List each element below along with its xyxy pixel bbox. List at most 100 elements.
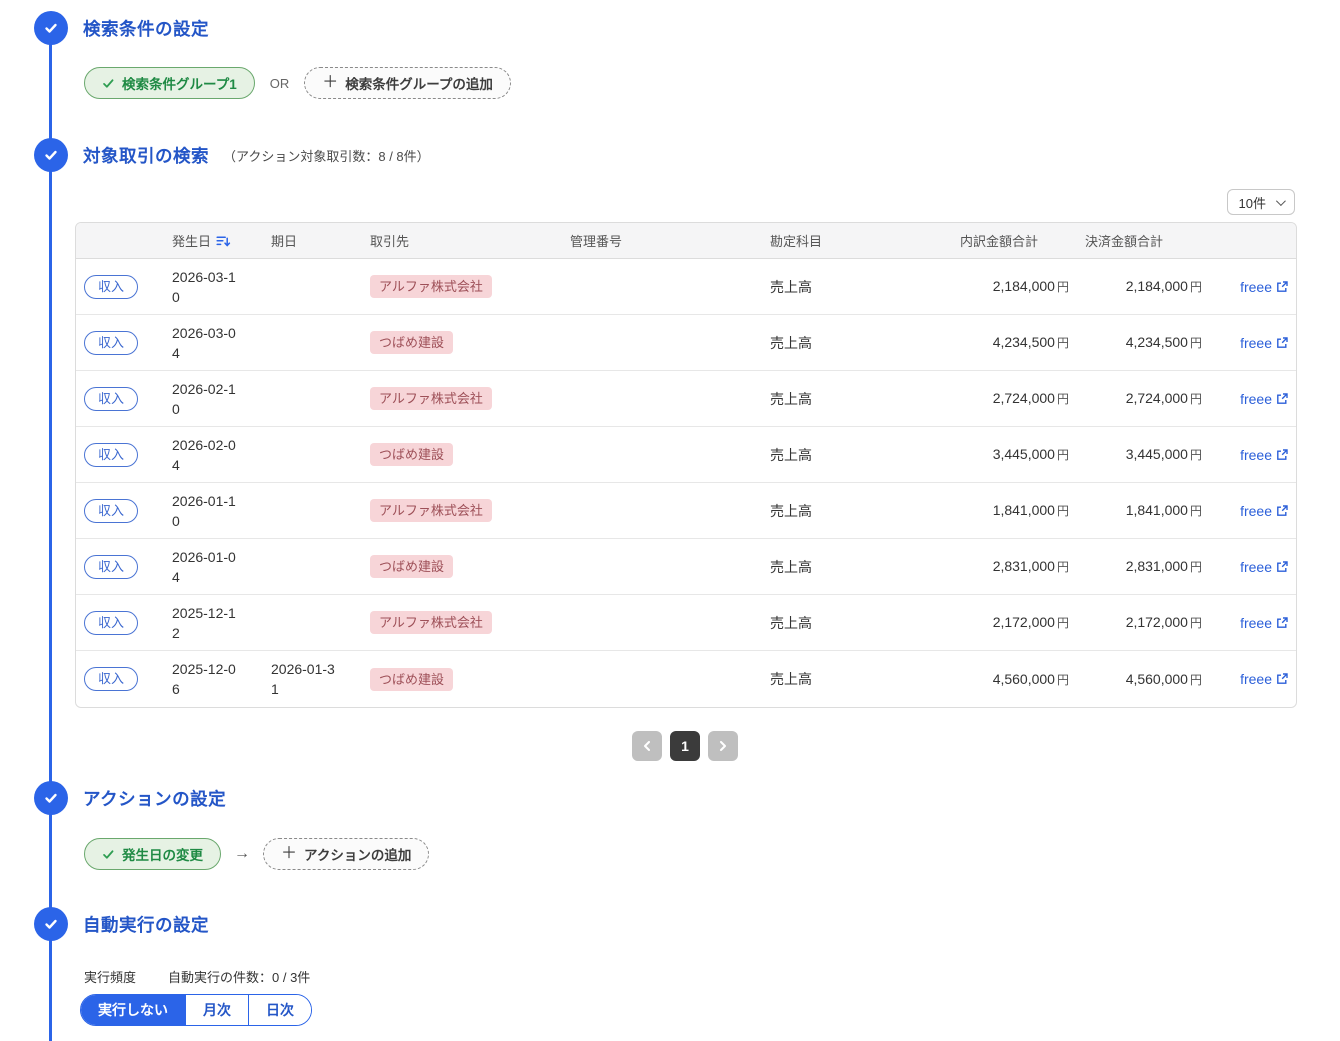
income-badge: 収入	[84, 555, 138, 579]
frequency-segmented-control: 実行しない 月次 日次	[80, 994, 312, 1026]
col-breakdown-total: 内訳金額合計	[952, 223, 1077, 259]
management-number	[562, 371, 762, 427]
income-badge: 収入	[84, 387, 138, 411]
account-item: 売上高	[762, 539, 952, 595]
step-check-circle	[34, 11, 68, 45]
account-item: 売上高	[762, 371, 952, 427]
partner-tag: つばめ建設	[370, 443, 453, 466]
check-icon	[43, 916, 59, 932]
breakdown-total: 2,831,000円	[952, 539, 1077, 595]
partner-tag: つばめ建設	[370, 331, 453, 354]
freee-link[interactable]: freee	[1240, 503, 1288, 519]
step-check-circle	[34, 907, 68, 941]
freee-link[interactable]: freee	[1240, 671, 1288, 687]
step-check-circle	[34, 781, 68, 815]
col-issue-date: 発生日	[164, 223, 263, 259]
freee-link[interactable]: freee	[1240, 335, 1288, 351]
breakdown-total: 2,724,000円	[952, 371, 1077, 427]
step-check-circle	[34, 138, 68, 172]
freee-link[interactable]: freee	[1240, 447, 1288, 463]
pagination-next-button[interactable]	[708, 731, 738, 761]
partner-tag: つばめ建設	[370, 555, 453, 578]
col-settlement-total: 決済金額合計	[1077, 223, 1210, 259]
management-number	[562, 259, 762, 315]
freee-link[interactable]: freee	[1240, 559, 1288, 575]
breakdown-total: 4,560,000円	[952, 651, 1077, 707]
step-title: 検索条件の設定	[83, 16, 209, 41]
col-partner: 取引先	[362, 223, 562, 259]
settlement-total: 3,445,000円	[1077, 427, 1210, 483]
breakdown-total: 4,234,500円	[952, 315, 1077, 371]
external-link-icon	[1276, 281, 1288, 293]
col-account-item: 勘定科目	[762, 223, 952, 259]
search-condition-group-button[interactable]: 検索条件グループ1	[84, 67, 255, 99]
frequency-option-monthly[interactable]: 月次	[185, 995, 248, 1025]
external-link-icon	[1276, 617, 1288, 629]
external-link-icon	[1276, 337, 1288, 349]
chevron-right-icon	[719, 741, 727, 751]
check-icon	[43, 147, 59, 163]
sort-by-issue-date[interactable]: 発生日	[172, 231, 231, 250]
external-link-icon	[1276, 449, 1288, 461]
issue-date: 2025-12-12	[172, 603, 242, 643]
workflow-settings-page: 検索条件の設定 検索条件グループ1 OR ＋ 検索条件グループの追加 対象取引の…	[0, 0, 1340, 1041]
account-item: 売上高	[762, 483, 952, 539]
transactions-table: 発生日 期日 取引先 管理番号 勘定科目 内訳金額合計 決済金額合計 収入 20…	[75, 222, 1297, 708]
table-row: 収入 2026-03-10 アルファ株式会社 売上高 2,184,000円 2,…	[76, 259, 1296, 315]
col-link	[1210, 223, 1296, 259]
col-due-date: 期日	[263, 223, 362, 259]
step-title: 自動実行の設定	[83, 912, 209, 937]
income-badge: 収入	[84, 667, 138, 691]
arrow-right-icon: →	[234, 845, 250, 863]
account-item: 売上高	[762, 651, 952, 707]
pagination-prev-button[interactable]	[632, 731, 662, 761]
action-button[interactable]: 発生日の変更	[84, 838, 221, 870]
table-row: 収入 2026-01-04 つばめ建設 売上高 2,831,000円 2,831…	[76, 539, 1296, 595]
add-action-button-label: アクションの追加	[304, 844, 411, 864]
add-search-condition-group-button[interactable]: ＋ 検索条件グループの追加	[304, 67, 511, 99]
add-action-button[interactable]: ＋ アクションの追加	[263, 838, 429, 870]
or-label: OR	[270, 76, 290, 91]
due-date: 2026-01-31	[271, 659, 341, 699]
issue-date: 2026-02-04	[172, 435, 242, 475]
issue-date: 2026-03-04	[172, 323, 242, 363]
issue-date: 2025-12-06	[172, 659, 242, 699]
step-search-conditions-header: 検索条件の設定	[0, 11, 1340, 45]
search-condition-group-label: 検索条件グループ1	[122, 73, 237, 93]
income-badge: 収入	[84, 499, 138, 523]
account-item: 売上高	[762, 427, 952, 483]
frequency-option-none[interactable]: 実行しない	[81, 995, 185, 1025]
table-row: 収入 2026-02-10 アルファ株式会社 売上高 2,724,000円 2,…	[76, 371, 1296, 427]
step-target-transactions-header: 対象取引の検索 （アクション対象取引数：8 / 8件）	[0, 138, 1340, 172]
partner-tag: アルファ株式会社	[370, 275, 492, 298]
freee-link[interactable]: freee	[1240, 615, 1288, 631]
settlement-total: 1,841,000円	[1077, 483, 1210, 539]
chevron-left-icon	[643, 741, 651, 751]
partner-tag: アルファ株式会社	[370, 611, 492, 634]
income-badge: 収入	[84, 275, 138, 299]
issue-date: 2026-01-10	[172, 491, 242, 531]
settlement-total: 2,724,000円	[1077, 371, 1210, 427]
pagination-page-1[interactable]: 1	[670, 731, 700, 761]
check-icon	[43, 20, 59, 36]
issue-date: 2026-01-04	[172, 547, 242, 587]
stepper-line	[49, 30, 52, 1041]
external-link-icon	[1276, 673, 1288, 685]
pagination: 1	[75, 731, 1295, 761]
freee-link[interactable]: freee	[1240, 279, 1288, 295]
freee-link[interactable]: freee	[1240, 391, 1288, 407]
breakdown-total: 1,841,000円	[952, 483, 1077, 539]
issue-date: 2026-02-10	[172, 379, 242, 419]
issue-date: 2026-03-10	[172, 267, 242, 307]
chevron-down-icon	[1276, 196, 1286, 206]
management-number	[562, 595, 762, 651]
page-size-select[interactable]: 10件	[1227, 189, 1295, 215]
settlement-total: 2,831,000円	[1077, 539, 1210, 595]
partner-tag: アルファ株式会社	[370, 387, 492, 410]
sort-descending-icon	[216, 234, 231, 248]
frequency-option-daily[interactable]: 日次	[248, 995, 311, 1025]
settlement-total: 2,172,000円	[1077, 595, 1210, 651]
partner-tag: アルファ株式会社	[370, 499, 492, 522]
frequency-label: 実行頻度	[84, 967, 136, 986]
target-transaction-count-note: （アクション対象取引数：8 / 8件）	[223, 146, 430, 165]
